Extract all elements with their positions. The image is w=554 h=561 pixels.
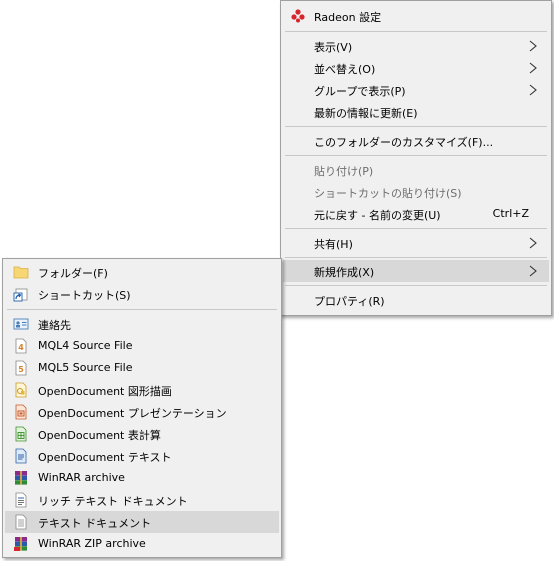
menu-item-radeon-settings[interactable]: Radeon 設定: [283, 5, 549, 27]
radeon-icon: [291, 9, 305, 23]
menu-separator: [7, 309, 277, 310]
submenu-item-winrar[interactable]: WinRAR archive: [5, 467, 279, 489]
menu-item-label: このフォルダーのカスタマイズ(F)...: [314, 136, 494, 149]
menu-item-group-by[interactable]: グループで表示(P): [283, 79, 549, 101]
ods-file-icon: [15, 426, 27, 442]
chevron-right-icon: [529, 237, 537, 249]
submenu-item-mql4[interactable]: 4 MQL4 Source File: [5, 335, 279, 357]
new-item-submenu: フォルダー(F) ショートカット(S) 連絡先 4 MQL4 Source Fi…: [2, 258, 282, 558]
submenu-item-mql5[interactable]: 5 MQL5 Source File: [5, 357, 279, 379]
submenu-item-folder[interactable]: フォルダー(F): [5, 261, 279, 283]
menu-item-label: 最新の情報に更新(E): [314, 107, 418, 120]
chevron-right-icon: [529, 62, 537, 74]
menu-separator: [285, 126, 547, 127]
menu-separator: [285, 155, 547, 156]
menu-item-label: 並べ替え(O): [314, 63, 376, 76]
folder-icon: [13, 266, 29, 279]
menu-separator: [285, 257, 547, 258]
menu-item-label: Radeon 設定: [314, 11, 382, 24]
chevron-right-icon: [529, 84, 537, 96]
menu-item-label: 貼り付け(P): [314, 165, 374, 178]
menu-item-label: 表示(V): [314, 41, 353, 54]
shortcut-key-label: Ctrl+Z: [492, 207, 529, 220]
submenu-item-label: OpenDocument 表計算: [38, 429, 161, 442]
submenu-item-label: テキスト ドキュメント: [38, 517, 152, 530]
submenu-item-ods[interactable]: OpenDocument 表計算: [5, 423, 279, 445]
submenu-item-label: MQL5 Source File: [38, 361, 133, 374]
menu-item-paste[interactable]: 貼り付け(P): [283, 159, 549, 181]
menu-item-new[interactable]: 新規作成(X): [283, 260, 549, 282]
odp-file-icon: [15, 404, 27, 420]
submenu-item-odg[interactable]: OpenDocument 図形描画: [5, 379, 279, 401]
chevron-right-icon: [529, 40, 537, 52]
menu-separator: [285, 285, 547, 286]
winrar-zip-icon: [14, 537, 27, 551]
menu-item-label: 元に戻す - 名前の変更(U): [314, 209, 441, 222]
mql4-file-icon: 4: [15, 338, 27, 354]
odt-file-icon: [15, 448, 27, 464]
menu-separator: [285, 31, 547, 32]
submenu-item-label: フォルダー(F): [38, 267, 108, 280]
winrar-icon: [15, 471, 27, 485]
menu-item-label: プロパティ(R): [314, 295, 385, 308]
submenu-item-label: リッチ テキスト ドキュメント: [38, 495, 188, 508]
submenu-item-rich-text[interactable]: リッチ テキスト ドキュメント: [5, 489, 279, 511]
submenu-item-label: OpenDocument プレゼンテーション: [38, 407, 227, 420]
menu-separator: [285, 228, 547, 229]
submenu-item-contact[interactable]: 連絡先: [5, 313, 279, 335]
submenu-item-text-document[interactable]: テキスト ドキュメント: [5, 511, 279, 533]
submenu-item-label: OpenDocument 図形描画: [38, 385, 172, 398]
submenu-item-winrar-zip[interactable]: WinRAR ZIP archive: [5, 533, 279, 555]
submenu-item-label: ショートカット(S): [38, 289, 131, 302]
menu-item-label: 新規作成(X): [314, 266, 375, 279]
svg-text:5: 5: [18, 365, 24, 374]
menu-item-refresh[interactable]: 最新の情報に更新(E): [283, 101, 549, 123]
submenu-item-shortcut[interactable]: ショートカット(S): [5, 283, 279, 305]
menu-item-properties[interactable]: プロパティ(R): [283, 289, 549, 311]
menu-item-label: ショートカットの貼り付け(S): [314, 187, 462, 200]
shortcut-icon: [13, 288, 28, 302]
submenu-item-label: WinRAR archive: [38, 471, 125, 484]
contact-card-icon: [13, 318, 29, 330]
menu-item-undo-rename[interactable]: 元に戻す - 名前の変更(U) Ctrl+Z: [283, 203, 549, 225]
submenu-item-label: WinRAR ZIP archive: [38, 537, 146, 550]
odg-file-icon: [15, 382, 27, 398]
chevron-right-icon: [529, 265, 537, 277]
menu-item-customize-folder[interactable]: このフォルダーのカスタマイズ(F)...: [283, 130, 549, 152]
submenu-item-label: 連絡先: [38, 319, 71, 332]
menu-item-view[interactable]: 表示(V): [283, 35, 549, 57]
svg-text:4: 4: [18, 343, 24, 352]
desktop-context-menu: Radeon 設定 表示(V) 並べ替え(O) グループで表示(P) 最新の情報…: [280, 0, 552, 316]
menu-item-label: 共有(H): [314, 238, 353, 251]
menu-item-share[interactable]: 共有(H): [283, 232, 549, 254]
menu-item-paste-shortcut[interactable]: ショートカットの貼り付け(S): [283, 181, 549, 203]
menu-item-sort[interactable]: 並べ替え(O): [283, 57, 549, 79]
rtf-file-icon: [15, 492, 27, 508]
submenu-item-label: OpenDocument テキスト: [38, 451, 172, 464]
submenu-item-odt[interactable]: OpenDocument テキスト: [5, 445, 279, 467]
submenu-item-label: MQL4 Source File: [38, 339, 133, 352]
submenu-item-odp[interactable]: OpenDocument プレゼンテーション: [5, 401, 279, 423]
menu-item-label: グループで表示(P): [314, 85, 406, 98]
mql5-file-icon: 5: [15, 360, 27, 376]
text-file-icon: [15, 514, 27, 530]
